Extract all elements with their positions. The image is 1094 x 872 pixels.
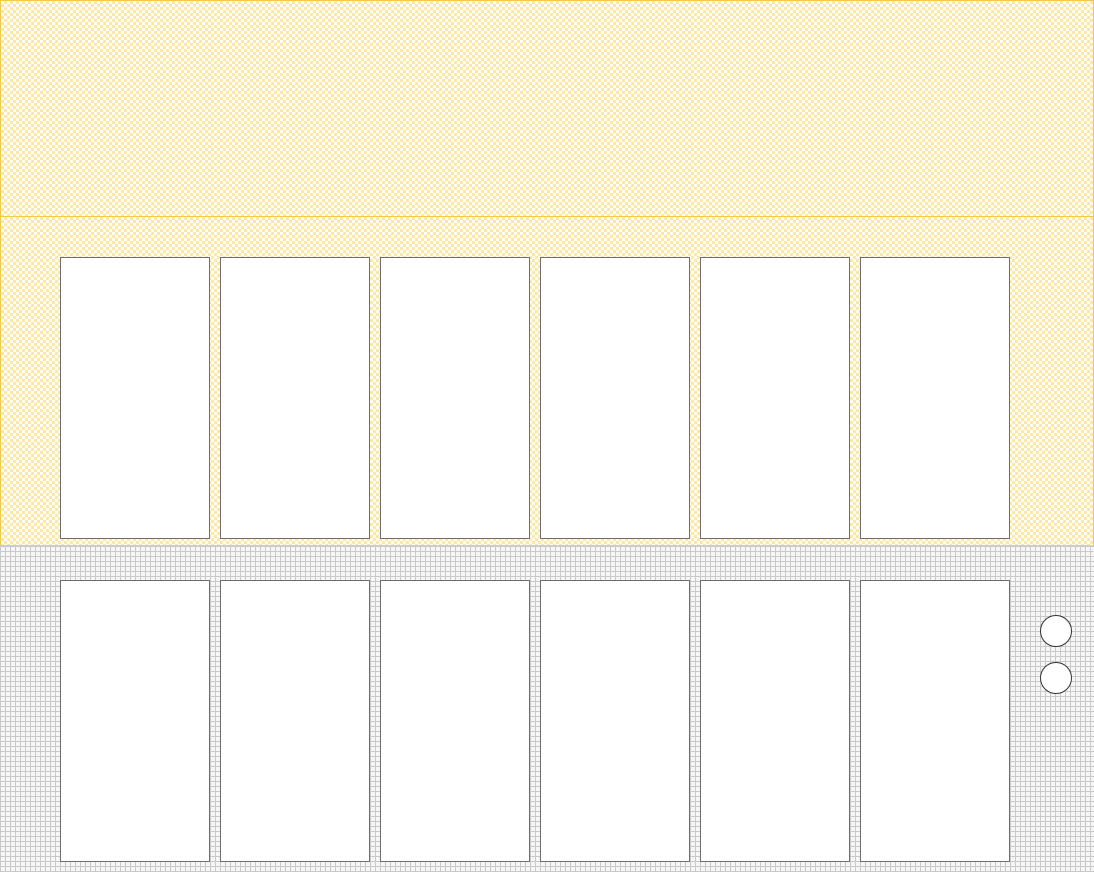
card-slot[interactable] <box>220 257 370 539</box>
card-slot[interactable] <box>380 257 530 539</box>
card-slot[interactable] <box>540 257 690 539</box>
card-slot[interactable] <box>700 580 850 862</box>
card-slot[interactable] <box>860 257 1010 539</box>
card-slot[interactable] <box>60 580 210 862</box>
game-board <box>0 0 1094 872</box>
round-button[interactable] <box>1040 662 1072 694</box>
card-slot[interactable] <box>380 580 530 862</box>
card-slot[interactable] <box>220 580 370 862</box>
round-button[interactable] <box>1040 615 1072 647</box>
top-play-area <box>0 0 1094 217</box>
card-slot[interactable] <box>700 257 850 539</box>
card-slot[interactable] <box>860 580 1010 862</box>
card-slot[interactable] <box>540 580 690 862</box>
card-slot[interactable] <box>60 257 210 539</box>
